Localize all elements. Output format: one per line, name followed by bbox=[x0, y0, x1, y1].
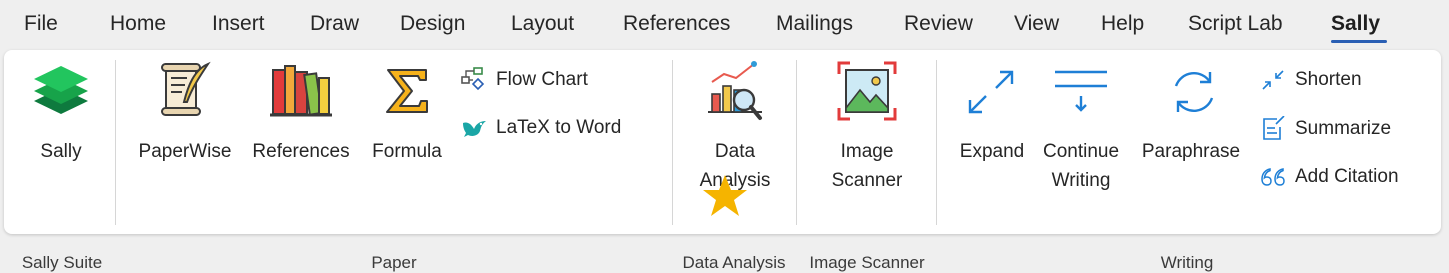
tab-review[interactable]: Review bbox=[904, 10, 973, 38]
tab-mailings[interactable]: Mailings bbox=[776, 10, 853, 38]
continue-lines-icon bbox=[1051, 64, 1111, 129]
tab-sally[interactable]: Sally bbox=[1331, 10, 1380, 38]
image-scan-icon bbox=[836, 60, 898, 131]
formula-label: Formula bbox=[372, 141, 442, 162]
summary-note-icon bbox=[1259, 115, 1287, 142]
continue-writing-button[interactable]: Continue Writing bbox=[1036, 60, 1126, 200]
flow-chart-label: Flow Chart bbox=[496, 69, 588, 90]
group-divider bbox=[796, 60, 797, 225]
tab-view[interactable]: View bbox=[1014, 10, 1059, 38]
latex-to-word-label: LaTeX to Word bbox=[496, 117, 622, 138]
references-button[interactable]: References bbox=[244, 60, 358, 170]
expand-label: Expand bbox=[959, 141, 1025, 162]
books-icon bbox=[270, 62, 332, 129]
tab-insert[interactable]: Insert bbox=[212, 10, 265, 38]
paperwise-label: PaperWise bbox=[138, 141, 232, 162]
sigma-icon bbox=[382, 66, 432, 125]
group-label-data-analysis: Data Analysis bbox=[682, 253, 786, 272]
group-label-paper: Paper bbox=[371, 253, 417, 272]
image-scanner-label-line1: Image bbox=[840, 141, 894, 162]
add-citation-label: Add Citation bbox=[1295, 166, 1399, 187]
expand-button[interactable]: Expand bbox=[950, 60, 1034, 170]
group-divider bbox=[115, 60, 116, 225]
tab-script-lab[interactable]: Script Lab bbox=[1188, 10, 1283, 38]
active-tab-indicator bbox=[1331, 40, 1387, 43]
formula-button[interactable]: Formula bbox=[362, 60, 452, 170]
tab-references[interactable]: References bbox=[623, 10, 730, 38]
continue-writing-label-line1: Continue bbox=[1042, 141, 1120, 162]
image-scanner-button[interactable]: Image Scanner bbox=[812, 60, 922, 200]
group-label-writing: Writing bbox=[1160, 253, 1214, 272]
sally-button[interactable]: Sally bbox=[18, 60, 104, 170]
paperwise-button[interactable]: PaperWise bbox=[132, 60, 238, 170]
tab-home[interactable]: Home bbox=[110, 10, 166, 38]
ribbon-panel: Sally Sally Suite PaperWise References F… bbox=[4, 50, 1441, 272]
group-label-sally-suite: Sally Suite bbox=[21, 253, 103, 272]
tab-design[interactable]: Design bbox=[400, 10, 465, 38]
continue-writing-label-line2: Writing bbox=[1051, 170, 1111, 191]
tab-help[interactable]: Help bbox=[1101, 10, 1144, 38]
tab-layout[interactable]: Layout bbox=[511, 10, 574, 38]
shorten-label: Shorten bbox=[1295, 69, 1362, 90]
paraphrase-label: Paraphrase bbox=[1141, 141, 1241, 162]
tab-draw[interactable]: Draw bbox=[310, 10, 359, 38]
bird-icon bbox=[460, 115, 488, 141]
chart-magnifier-icon bbox=[706, 60, 764, 131]
shrink-arrows-icon bbox=[1259, 67, 1287, 93]
group-label-image-scanner: Image Scanner bbox=[809, 253, 925, 272]
sally-button-label: Sally bbox=[40, 141, 82, 162]
data-analysis-label-line1: Data bbox=[714, 141, 756, 162]
group-divider bbox=[936, 60, 937, 225]
tab-file[interactable]: File bbox=[24, 10, 58, 38]
references-label: References bbox=[252, 141, 350, 162]
refresh-icon bbox=[1166, 64, 1222, 129]
group-divider bbox=[672, 60, 673, 225]
ribbon-tab-bar: File Home Insert Draw Design Layout Refe… bbox=[0, 0, 1449, 50]
sally-layers-icon bbox=[32, 60, 90, 129]
flow-chart-icon bbox=[460, 67, 488, 93]
expand-arrows-icon bbox=[962, 64, 1020, 129]
image-scanner-label-line2: Scanner bbox=[831, 170, 903, 191]
scroll-quill-icon bbox=[154, 60, 214, 129]
quote-icon bbox=[1259, 164, 1287, 190]
paraphrase-button[interactable]: Paraphrase bbox=[1132, 60, 1250, 170]
summarize-label: Summarize bbox=[1295, 118, 1392, 139]
star-icon bbox=[702, 174, 748, 223]
